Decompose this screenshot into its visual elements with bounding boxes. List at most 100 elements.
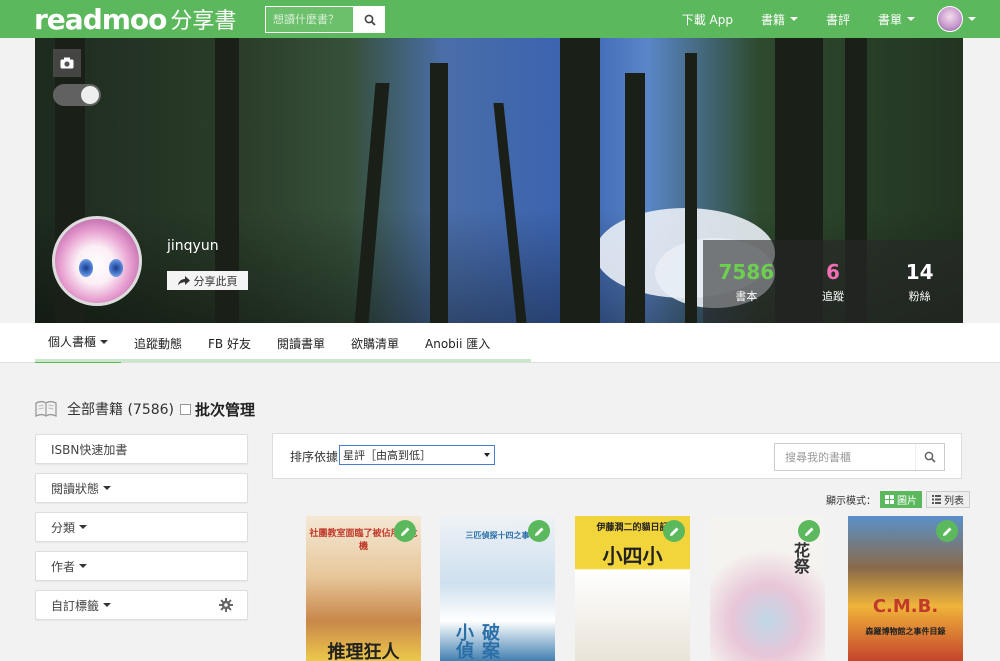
top-navbar: readmoo 分享書 下載 App 書籍 書評 書單 — [0, 0, 1000, 38]
dropdown-arrow-icon — [484, 453, 490, 457]
tab-activity[interactable]: 追蹤動態 — [121, 323, 195, 363]
display-mode-label: 顯示模式： — [826, 495, 876, 507]
chevron-down-icon — [79, 525, 88, 529]
tab-wishlist[interactable]: 欲購清單 — [338, 323, 412, 363]
tree-decoration — [493, 103, 527, 323]
book-title: 破案小偵 — [453, 623, 500, 659]
avatar-eye — [79, 259, 93, 277]
search-icon — [364, 14, 376, 26]
pencil-icon — [534, 527, 543, 536]
pencil-icon — [669, 527, 678, 536]
global-search-input[interactable] — [265, 6, 354, 33]
tab-anobii-import[interactable]: Anobii 匯入 — [412, 323, 503, 363]
chevron-down-icon — [103, 603, 112, 607]
stat-books[interactable]: 7586 書本 — [703, 240, 790, 323]
all-books-count: 全部書籍 (7586) — [67, 402, 175, 418]
stat-following-value: 6 — [826, 259, 840, 284]
chevron-down-icon — [789, 17, 798, 21]
readmoo-logo[interactable]: readmoo 分享書 — [34, 2, 237, 36]
bookshelf-search — [774, 443, 945, 471]
sidebar-reading-status[interactable]: 閱讀狀態 — [35, 473, 248, 503]
chevron-down-icon — [100, 339, 109, 344]
edit-book-button[interactable] — [663, 520, 685, 542]
edit-book-button[interactable] — [528, 520, 550, 542]
book-cover[interactable]: 三匹偵探十四之事 破案小偵 — [440, 516, 555, 661]
book-title: C.M.B. — [872, 596, 939, 617]
display-mode: 顯示模式： 圖片 列表 — [826, 490, 970, 508]
tab-reading-lists[interactable]: 閱讀書單 — [264, 323, 338, 363]
edit-book-button[interactable] — [936, 520, 958, 542]
grid-icon — [885, 494, 894, 504]
tree-decoration — [354, 83, 390, 323]
profile-avatar — [52, 216, 142, 306]
bookshelf-heading: 全部書籍 (7586) 批次管理 — [35, 398, 255, 420]
batch-manage-label[interactable]: 批次管理 — [195, 399, 255, 420]
profile-tabs: 個人書櫃 追蹤動態 FB 好友 閱讀書單 欲購清單 Anobii 匯入 — [0, 323, 1000, 363]
avatar — [937, 6, 963, 32]
tabs-underline — [35, 359, 531, 362]
book-title: 小四小 — [602, 544, 663, 568]
change-cover-button[interactable] — [53, 49, 81, 77]
edit-book-button[interactable] — [394, 520, 416, 542]
book-title: 推理狂人 — [327, 642, 400, 661]
edit-book-button[interactable] — [798, 520, 820, 542]
nav-booklists[interactable]: 書單 — [864, 11, 929, 28]
stat-books-value: 7586 — [718, 259, 775, 284]
batch-checkbox[interactable] — [180, 403, 192, 415]
sort-label: 排序依據 — [290, 450, 339, 464]
pencil-icon — [804, 527, 813, 536]
grid-view-button[interactable]: 圖片 — [880, 490, 922, 508]
nav-reviews[interactable]: 書評 — [812, 11, 864, 28]
bookshelf-search-input[interactable] — [775, 444, 915, 470]
share-page-button[interactable]: 分享此頁 — [167, 271, 248, 290]
tree-decoration — [560, 38, 600, 323]
open-book-icon — [35, 400, 57, 418]
global-search — [265, 6, 385, 33]
logo-subtext: 分享書 — [170, 9, 237, 34]
chevron-down-icon — [103, 486, 112, 490]
tree-decoration — [625, 73, 645, 323]
stat-followers-label: 粉絲 — [908, 289, 931, 303]
book-cover[interactable]: 伊藤潤二的貓日記 小四小 — [575, 516, 690, 661]
stat-following[interactable]: 6 追蹤 — [790, 240, 877, 323]
top-nav-links: 下載 App 書籍 書評 書單 — [668, 0, 1000, 38]
logo-text: readmoo — [34, 2, 167, 36]
chevron-down-icon — [907, 17, 915, 21]
list-view-button[interactable]: 列表 — [926, 490, 970, 508]
stat-followers-value: 14 — [905, 259, 934, 284]
profile-stats: 7586 書本 6 追蹤 14 粉絲 — [703, 240, 963, 323]
profile-username: jinqyun — [167, 238, 219, 254]
search-button[interactable] — [354, 6, 385, 33]
book-cover[interactable]: 社團教室面臨了被佔用的危機 推理狂人 — [306, 516, 421, 661]
pencil-icon — [400, 527, 409, 536]
tab-fb-friends[interactable]: FB 好友 — [195, 323, 264, 363]
sidebar-custom-tags[interactable]: 自訂標籤 — [35, 590, 248, 620]
sidebar-isbn-add[interactable]: ISBN快速加書 — [35, 434, 248, 464]
stat-following-label: 追蹤 — [822, 289, 844, 303]
avatar-eye — [109, 259, 123, 277]
cover-toggle[interactable] — [53, 84, 101, 106]
book-subtitle: 森羅博物館之事件目錄 — [865, 627, 946, 636]
sort-select[interactable]: 星評［由高到低］ — [339, 445, 495, 465]
chevron-down-icon — [968, 17, 976, 21]
sidebar-author[interactable]: 作者 — [35, 551, 248, 581]
share-icon — [177, 275, 190, 285]
sidebar-category[interactable]: 分類 — [35, 512, 248, 542]
nav-download-app[interactable]: 下載 App — [668, 11, 747, 28]
gear-icon[interactable] — [219, 598, 233, 612]
sort-panel: 排序依據 星評［由高到低］ — [272, 433, 962, 479]
tree-decoration — [430, 63, 448, 323]
book-title: 花祭 — [791, 542, 810, 574]
toggle-knob — [81, 86, 99, 104]
camera-icon — [60, 57, 74, 69]
tree-decoration — [685, 53, 697, 323]
tab-bookshelf[interactable]: 個人書櫃 — [35, 323, 122, 363]
chevron-down-icon — [79, 564, 88, 568]
search-icon — [924, 451, 936, 463]
stat-followers[interactable]: 14 粉絲 — [876, 240, 963, 323]
book-cover[interactable]: C.M.B. 森羅博物館之事件目錄 — [848, 516, 963, 661]
bookshelf-search-button[interactable] — [915, 444, 944, 470]
user-menu[interactable] — [929, 6, 1000, 32]
book-cover[interactable]: 花祭 — [710, 516, 825, 661]
nav-books[interactable]: 書籍 — [747, 11, 812, 28]
